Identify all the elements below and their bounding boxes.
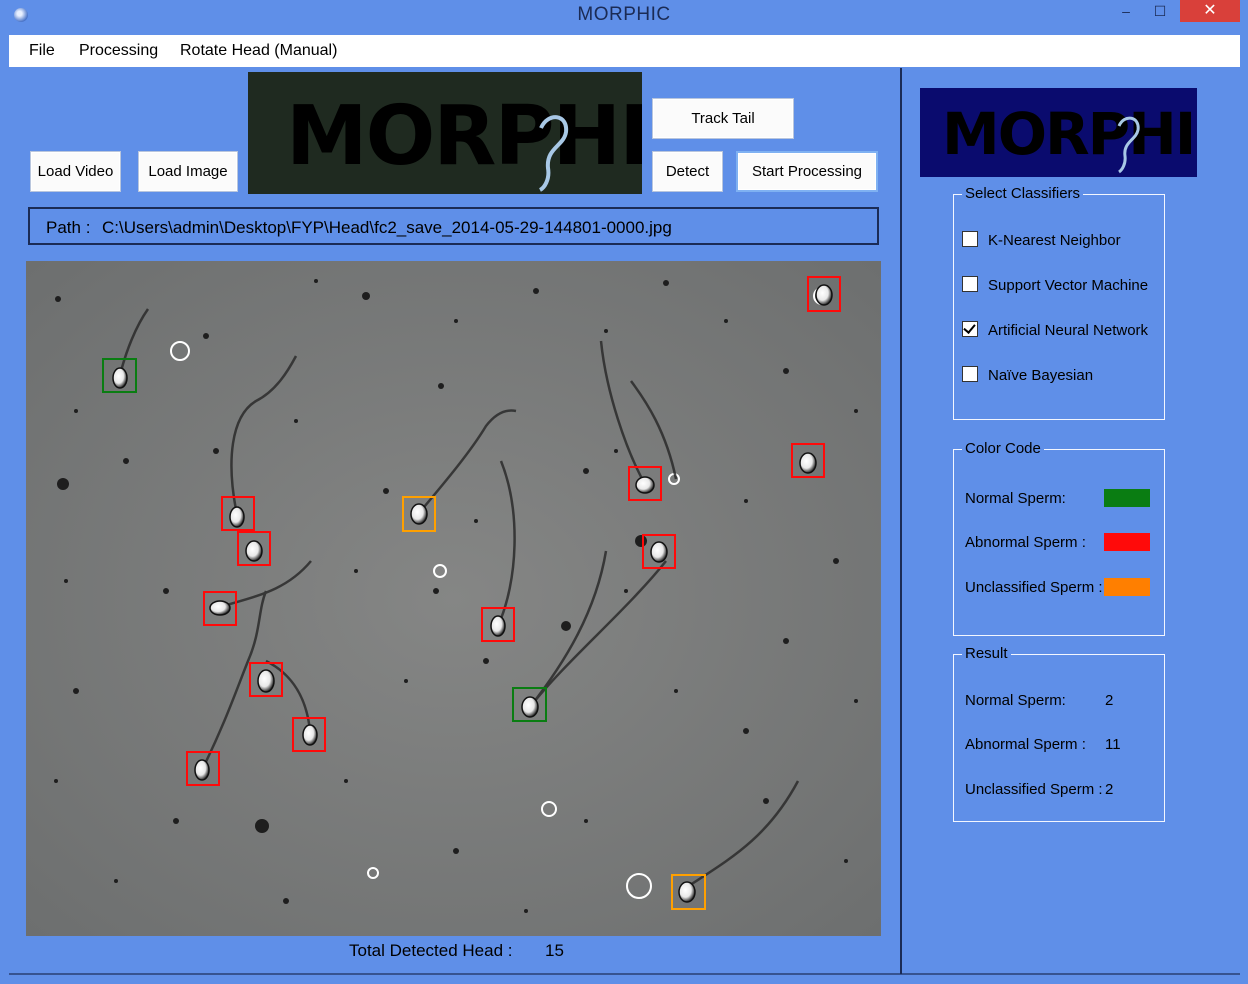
window-bottom-border — [9, 973, 1240, 975]
menu-bar: File Processing Rotate Head (Manual) — [9, 35, 1240, 67]
result-unclassified-label: Unclassified Sperm : — [965, 781, 1103, 798]
morphic-logo-main: MORPHIC — [248, 72, 642, 194]
color-abnormal-label: Abnormal Sperm : — [965, 534, 1086, 551]
total-detected-value: 15 — [545, 941, 564, 960]
menu-rotate-head[interactable]: Rotate Head (Manual) — [180, 42, 337, 60]
panel-divider — [900, 68, 902, 974]
load-image-button[interactable]: Load Image — [138, 151, 238, 192]
menu-processing[interactable]: Processing — [79, 42, 158, 60]
knn-checkbox[interactable] — [962, 231, 978, 247]
logo-text-main: MORPHIC — [286, 89, 642, 184]
knn-label: K-Nearest Neighbor — [988, 232, 1121, 249]
color-normal-label: Normal Sperm: — [965, 490, 1066, 507]
track-tail-button[interactable]: Track Tail — [652, 98, 794, 139]
color-abnormal-swatch — [1104, 533, 1150, 551]
detect-button[interactable]: Detect — [652, 151, 723, 192]
morphic-logo-side: MORPHIC — [920, 88, 1197, 177]
result-normal-label: Normal Sperm: — [965, 692, 1066, 709]
morphic-logo-graphic: MORPHIC — [286, 89, 642, 192]
color-code-group: Color Code Normal Sperm: Abnormal Sperm … — [953, 440, 1165, 636]
color-unclassified-label: Unclassified Sperm : — [965, 579, 1103, 596]
svm-label: Support Vector Machine — [988, 277, 1149, 294]
color-code-legend: Color Code — [962, 440, 1044, 457]
result-abnormal-value: 11 — [1105, 736, 1121, 753]
result-abnormal-label: Abnormal Sperm : — [965, 736, 1086, 753]
classifiers-legend: Select Classifiers — [962, 185, 1084, 202]
load-video-button[interactable]: Load Video — [30, 151, 121, 192]
classifiers-group: Select Classifiers K-Nearest Neighbor Su… — [953, 185, 1165, 420]
result-unclassified-value: 2 — [1105, 781, 1114, 798]
microscope-image — [26, 261, 881, 936]
path-display: Path : C:\Users\admin\Desktop\FYP\Head\f… — [28, 207, 879, 245]
start-processing-button[interactable]: Start Processing — [736, 151, 878, 192]
logo-text-side: MORPHIC — [942, 100, 1197, 168]
ann-label: Artificial Neural Network — [988, 322, 1149, 339]
color-unclassified-swatch — [1104, 578, 1150, 596]
window-title: MORPHIC — [577, 4, 671, 25]
classifier-ann[interactable]: Artificial Neural Network — [962, 321, 1148, 339]
minimize-button[interactable]: ‒ — [1112, 0, 1140, 22]
naive-bayes-checkbox[interactable] — [962, 366, 978, 382]
menu-file[interactable]: File — [29, 42, 55, 60]
total-detected-label: Total Detected Head : — [349, 941, 513, 960]
ann-checkbox[interactable] — [962, 321, 978, 337]
classifier-knn[interactable]: K-Nearest Neighbor — [962, 231, 1121, 249]
classifier-naive-bayes[interactable]: Naïve Bayesian — [962, 366, 1093, 384]
path-label: Path : — [46, 218, 91, 237]
color-normal-swatch — [1104, 489, 1150, 507]
classifier-svm[interactable]: Support Vector Machine — [962, 276, 1148, 294]
svm-checkbox[interactable] — [962, 276, 978, 292]
result-group: Result Normal Sperm: 2 Abnormal Sperm : … — [953, 645, 1165, 822]
maximize-button[interactable]: ☐ — [1146, 0, 1174, 22]
sperm-image-canvas — [26, 261, 881, 936]
path-value: C:\Users\admin\Desktop\FYP\Head\fc2_save… — [102, 218, 672, 237]
naive-bayes-label: Naïve Bayesian — [988, 367, 1094, 384]
result-normal-value: 2 — [1105, 692, 1114, 709]
close-button[interactable]: ✕ — [1180, 0, 1240, 22]
title-bar: MORPHIC ‒ ☐ ✕ — [0, 0, 1248, 34]
result-legend: Result — [962, 645, 1011, 662]
morphic-logo-side-graphic: MORPHIC — [942, 100, 1197, 174]
